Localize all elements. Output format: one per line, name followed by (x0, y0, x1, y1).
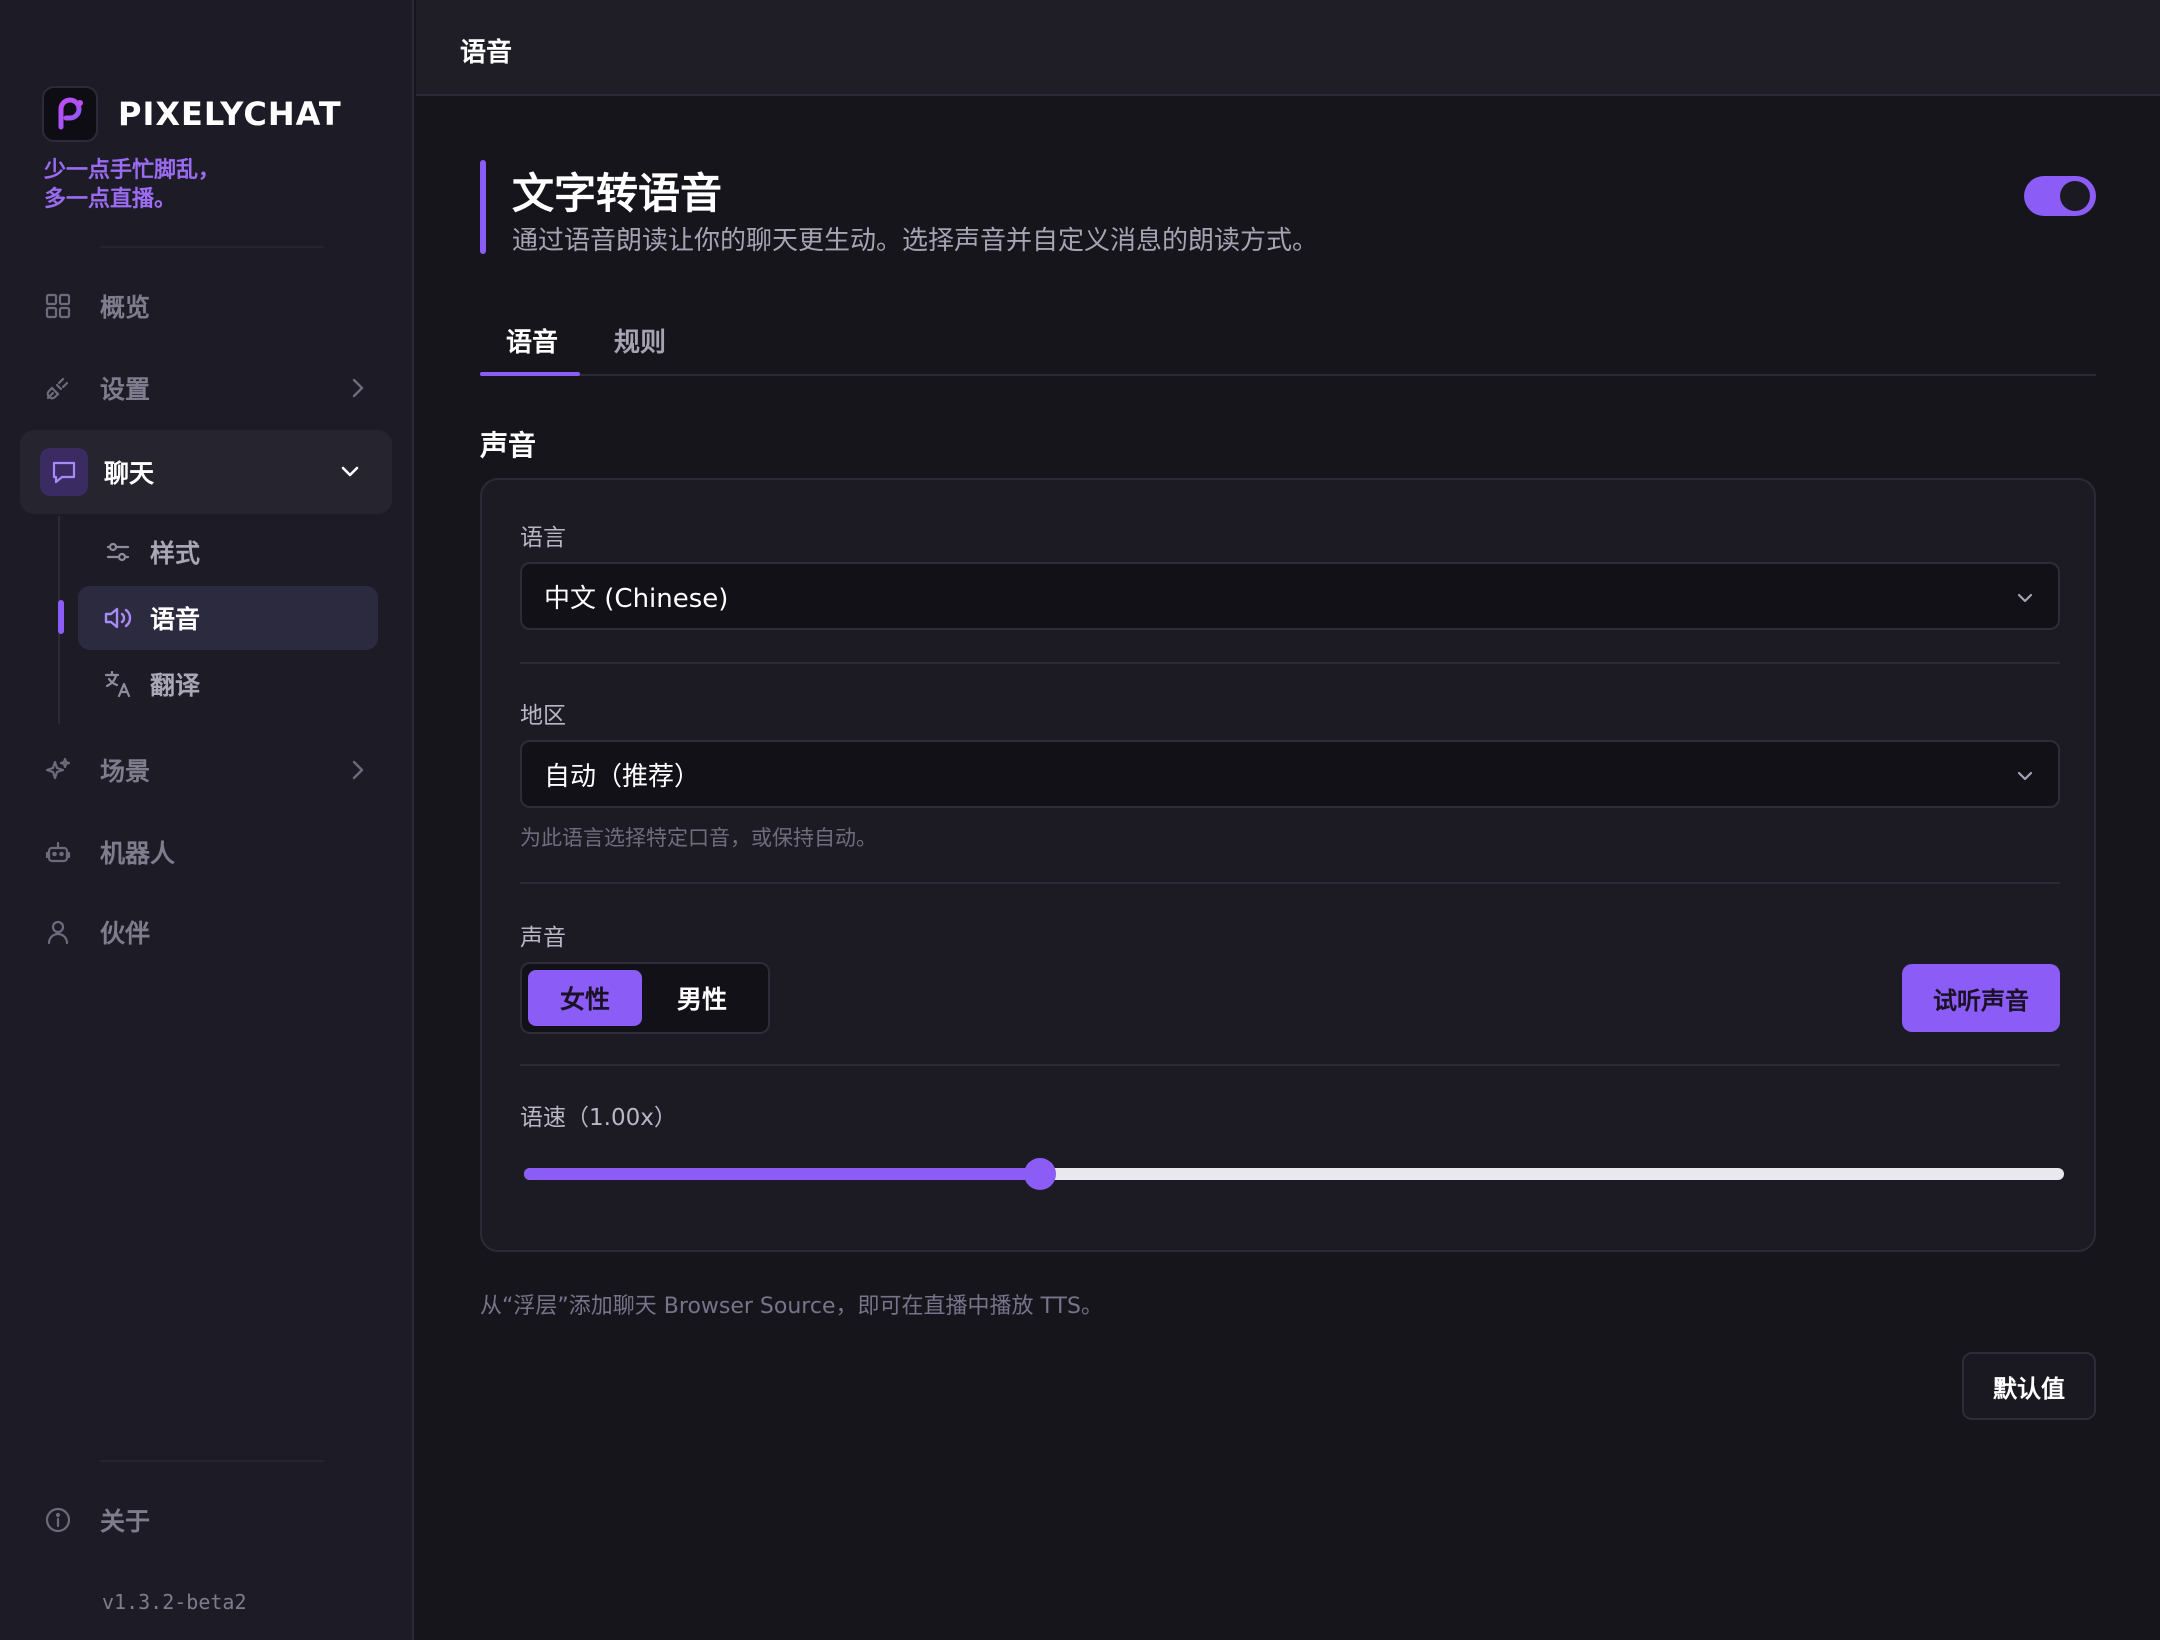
sidebar-item-bots[interactable]: 机器人 (40, 824, 384, 880)
plug-icon (34, 364, 82, 412)
sidebar-divider (100, 246, 324, 248)
sidebar-item-label: 聊天 (104, 459, 155, 488)
grid-icon (34, 282, 82, 330)
user-icon (34, 908, 82, 956)
robot-icon (34, 828, 82, 876)
sidebar-item-label: 机器人 (100, 839, 176, 868)
sidebar-subitem-voice[interactable]: 语音 (78, 586, 378, 650)
tab-rules[interactable]: 规则 (614, 322, 666, 359)
sidebar-item-label: 设置 (100, 375, 151, 404)
voice-settings-card: 语言 中文 (Chinese) 地区 自动（推荐） 为此语言选择特定口音，或保持… (480, 478, 2096, 1252)
card-divider (520, 882, 2060, 884)
tab-bar: 语音 规则 (480, 308, 2096, 376)
voice-female-button[interactable]: 女性 (528, 970, 642, 1026)
card-divider (520, 1064, 2060, 1066)
brand[interactable]: PIXELYCHAT (42, 86, 342, 142)
language-label: 语言 (520, 525, 566, 551)
chat-bubble-icon (40, 448, 88, 496)
sidebar-item-overview[interactable]: 概览 (40, 278, 384, 334)
slider-thumb[interactable] (1023, 1158, 1056, 1190)
sidebar-item-label: 场景 (100, 757, 151, 786)
voice-section-heading: 声音 (480, 429, 537, 462)
reset-default-button[interactable]: 默认值 (1962, 1352, 2096, 1420)
section-accent-bar (480, 160, 486, 254)
top-header: 语音 (416, 0, 2160, 96)
sidebar-item-scenes[interactable]: 场景 (40, 742, 384, 798)
voice-label: 声音 (520, 925, 566, 951)
voice-gender-toggle: 女性 男性 (520, 962, 770, 1034)
app-version: v1.3.2-beta2 (102, 1590, 247, 1614)
tagline-line-2: 多一点直播。 (44, 187, 177, 212)
info-icon (34, 1496, 82, 1544)
sidebar-item-chat[interactable]: 聊天 (20, 430, 392, 514)
region-hint: 为此语言选择特定口音，或保持自动。 (520, 826, 877, 850)
chevron-down-icon (2014, 764, 2036, 794)
sparkle-icon (34, 746, 82, 794)
tts-enable-toggle[interactable] (2024, 176, 2096, 216)
sidebar-item-about[interactable]: 关于 (40, 1492, 384, 1548)
app-logo-icon (42, 86, 98, 142)
tab-active-underline (480, 372, 580, 376)
page-title: 语音 (460, 38, 513, 68)
tagline: 少一点手忙脚乱， 多一点直播。 (44, 156, 220, 214)
language-select[interactable]: 中文 (Chinese) (520, 562, 2060, 630)
sliders-icon (98, 532, 138, 572)
sidebar-item-settings[interactable]: 设置 (40, 360, 384, 416)
sidebar-divider (100, 1460, 324, 1462)
toggle-knob (2060, 181, 2090, 211)
translate-icon (98, 664, 138, 704)
sidebar-item-label: 关于 (100, 1507, 151, 1536)
app-name: PIXELYCHAT (118, 95, 342, 133)
sidebar: PIXELYCHAT 少一点手忙脚乱， 多一点直播。 概览 设置 聊天 样式 语… (0, 0, 414, 1640)
tab-voice[interactable]: 语音 (506, 322, 558, 359)
sidebar-item-partners[interactable]: 伙伴 (40, 904, 384, 960)
section-title: 文字转语音 (512, 169, 723, 218)
sidebar-subitem-label: 翻译 (150, 671, 201, 700)
speed-label: 语速（1.00x） (520, 1105, 677, 1131)
preview-voice-button[interactable]: 试听声音 (1902, 964, 2060, 1032)
active-indicator (58, 600, 64, 634)
region-select-value: 自动（推荐） (544, 761, 701, 792)
language-select-value: 中文 (Chinese) (544, 583, 729, 614)
chevron-down-icon (2014, 586, 2036, 616)
sidebar-item-label: 概览 (100, 293, 151, 322)
sidebar-subitem-style[interactable]: 样式 (78, 520, 378, 584)
chevron-right-icon (346, 756, 370, 790)
speaker-icon (98, 598, 138, 638)
sidebar-subitem-label: 语音 (150, 605, 201, 634)
voice-male-button[interactable]: 男性 (646, 970, 758, 1026)
region-label: 地区 (520, 703, 566, 729)
sidebar-subitem-translate[interactable]: 翻译 (78, 652, 378, 716)
region-select[interactable]: 自动（推荐） (520, 740, 2060, 808)
tagline-line-1: 少一点手忙脚乱， (44, 158, 221, 183)
sidebar-subitem-label: 样式 (150, 539, 201, 568)
chevron-down-icon (336, 458, 364, 492)
browser-source-footnote: 从“浮层”添加聊天 Browser Source，即可在直播中播放 TTS。 (480, 1294, 1103, 1319)
sidebar-item-label: 伙伴 (100, 919, 151, 948)
speed-slider[interactable] (524, 1156, 2064, 1192)
slider-fill (524, 1168, 1040, 1180)
chevron-right-icon (346, 374, 370, 408)
card-divider (520, 662, 2060, 664)
section-description: 通过语音朗读让你的聊天更生动。选择声音并自定义消息的朗读方式。 (512, 226, 1319, 256)
